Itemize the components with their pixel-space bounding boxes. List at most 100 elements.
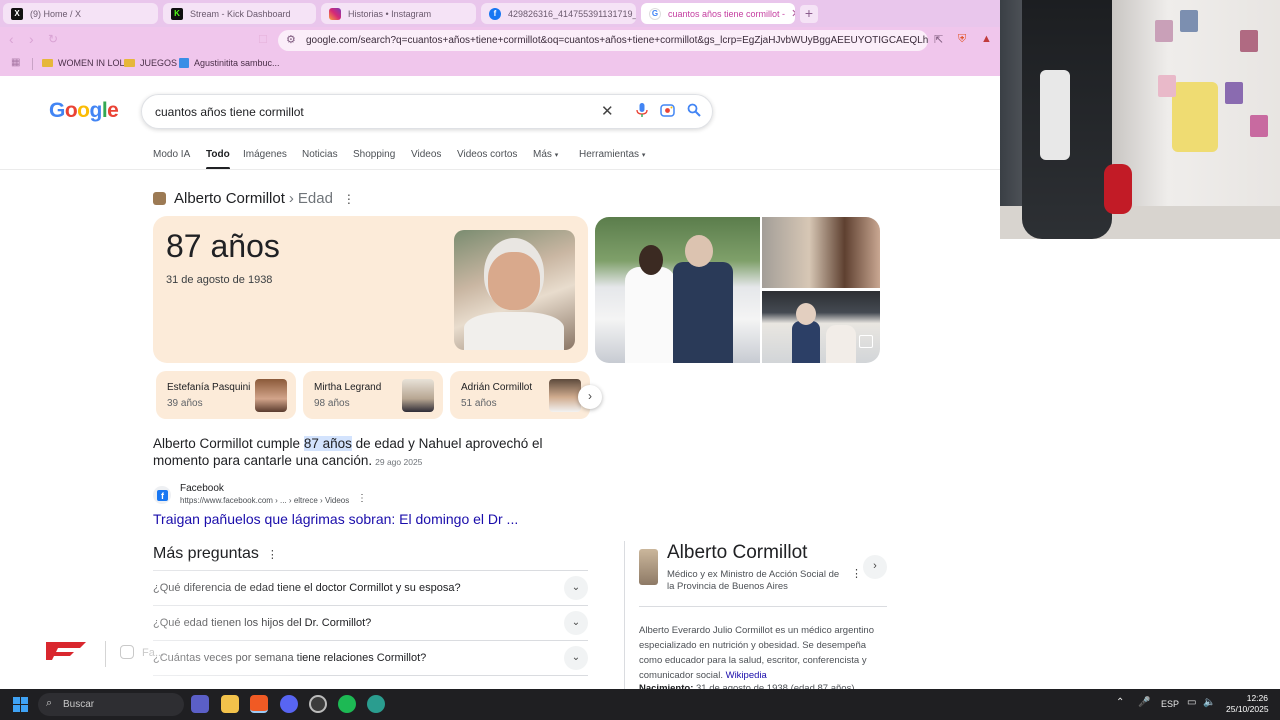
tab-shopping[interactable]: Shopping — [353, 149, 395, 160]
file-explorer-icon[interactable] — [221, 695, 239, 713]
teams-icon[interactable] — [191, 695, 209, 713]
bookmark-icon[interactable]: ☐ — [258, 33, 268, 46]
photo-figure — [826, 325, 856, 363]
related-photo — [549, 379, 581, 412]
more-images-icon[interactable] — [859, 335, 873, 348]
bookmark-juegos[interactable]: JUEGOS — [124, 58, 177, 68]
related-photo — [402, 379, 434, 412]
chevron-down-icon[interactable]: ⌄ — [564, 646, 588, 670]
wedding-photo[interactable] — [595, 217, 760, 363]
reload-icon[interactable]: ↻ — [48, 32, 58, 46]
bookmark-women-in-lol[interactable]: WOMEN IN LOL — [42, 58, 125, 68]
tab-noticias[interactable]: Noticias — [302, 149, 338, 160]
chevron-up-icon[interactable]: ⌃ — [1116, 697, 1124, 708]
chevron-down-icon[interactable]: ⌄ — [564, 576, 588, 600]
discord-icon[interactable] — [280, 695, 298, 713]
tab-mas[interactable]: Más ▾ — [533, 149, 558, 160]
search-input[interactable]: cuantos años tiene cormillot — [155, 105, 304, 119]
search-box[interactable]: cuantos años tiene cormillot ✕ — [141, 94, 713, 129]
photo-figure — [796, 303, 816, 325]
more-options-icon[interactable]: ⋮ — [851, 567, 862, 580]
more-options-icon[interactable]: ⋮ — [343, 192, 355, 206]
brave-browser-icon[interactable] — [250, 695, 268, 713]
bookmark-agustinitita[interactable]: Agustinitita sambuc... — [179, 58, 280, 68]
forward-arrow-icon[interactable]: › — [29, 31, 34, 47]
entity-thumbnail[interactable] — [153, 192, 166, 205]
tab-videos-cortos[interactable]: Videos cortos — [457, 149, 517, 160]
tab-kick-dashboard[interactable]: K Stream - Kick Dashboard — [163, 3, 316, 24]
network-icon[interactable]: ▭ — [1187, 697, 1196, 708]
wall-poster — [1240, 30, 1258, 52]
couple-selfie-photo[interactable] — [762, 217, 880, 288]
app-icon[interactable] — [367, 695, 385, 713]
related-age: 51 años — [461, 398, 497, 409]
back-arrow-icon[interactable]: ‹ — [9, 31, 14, 47]
brave-rewards-icon[interactable]: ▲ — [981, 33, 992, 45]
lens-camera-icon[interactable] — [660, 103, 675, 121]
obs-icon[interactable] — [309, 695, 327, 713]
address-bar[interactable]: ⚙ google.com/search?q=cuantos+años+tiene… — [278, 30, 928, 51]
language-indicator[interactable]: ESP — [1161, 699, 1179, 709]
featured-snippet: Alberto Cormillot cumple 87 años de edad… — [153, 436, 593, 470]
birth-date: 31 de agosto de 1938 — [166, 274, 273, 286]
tab-todo[interactable]: Todo — [206, 149, 230, 170]
share-icon[interactable]: ⇱ — [934, 33, 943, 46]
result-title-link[interactable]: Traigan pañuelos que lágrimas sobran: El… — [153, 511, 518, 527]
microphone-icon[interactable] — [636, 103, 648, 121]
url-text: google.com/search?q=cuantos+años+tiene+c… — [306, 35, 928, 46]
close-tab-icon[interactable]: ✕ — [785, 7, 795, 20]
kp-thumbnail[interactable] — [639, 549, 658, 585]
tab-videos[interactable]: Videos — [411, 149, 441, 160]
folder-icon — [42, 59, 53, 67]
tab-modo-ia[interactable]: Modo IA — [153, 149, 190, 160]
related-person-card[interactable]: Mirtha Legrand 98 años — [303, 371, 443, 419]
search-icon[interactable] — [687, 103, 701, 120]
volume-icon[interactable]: 🔈 — [1203, 697, 1215, 708]
tab-label: Stream - Kick Dashboard — [190, 8, 291, 19]
taskbar-clock[interactable]: 12:26 25/10/2025 — [1226, 693, 1269, 715]
spotify-icon[interactable] — [338, 695, 356, 713]
chair-pad — [1040, 70, 1070, 160]
bookmark-label: Agustinitita sambuc... — [194, 58, 280, 68]
chevron-right-icon[interactable]: › — [578, 385, 602, 409]
clear-icon[interactable]: ✕ — [601, 102, 614, 120]
x-logo-icon: X — [11, 7, 23, 20]
bookmarks-bar: ▦ WOMEN IN LOL JUEGOS Agustinitita sambu… — [0, 54, 1000, 76]
more-options-icon[interactable]: ⋮ — [357, 493, 367, 504]
tab-google-search[interactable]: G cuantos años tiene cormillot - ✕ — [641, 3, 795, 24]
related-person-card[interactable]: Adrián Cormillot 51 años — [450, 371, 590, 419]
entity-name[interactable]: Alberto Cormillot — [174, 190, 285, 207]
windows-start-icon[interactable] — [13, 697, 28, 712]
taskbar-search-placeholder: Buscar — [63, 699, 95, 710]
tab-facebook-image[interactable]: f 429826316_414755391131719_128 — [481, 3, 636, 24]
google-logo[interactable]: Google — [49, 99, 119, 123]
related-person-card[interactable]: Estefanía Pasquini 39 años — [156, 371, 296, 419]
facebook-icon: f — [489, 7, 501, 20]
chevron-right-icon[interactable]: › — [863, 555, 887, 579]
related-age: 39 años — [167, 398, 203, 409]
site-settings-icon[interactable]: ⚙ — [286, 30, 296, 51]
tab-label: 429826316_414755391131719_128 — [508, 8, 636, 19]
tab-imagenes[interactable]: Imágenes — [243, 149, 287, 160]
header-divider — [0, 169, 1000, 170]
webcam-overlay — [1000, 0, 1280, 239]
tab-label: cuantos años tiene cormillot - — [668, 8, 786, 19]
entity-header: Alberto Cormillot › Edad ⋮ — [153, 190, 355, 207]
microphone-icon[interactable]: 🎤 — [1138, 697, 1150, 708]
wall-poster — [1225, 82, 1243, 104]
tab-instagram[interactable]: Historias • Instagram — [321, 3, 476, 24]
breadcrumb-separator: › — [288, 190, 294, 207]
tab-herramientas[interactable]: Herramientas ▾ — [579, 149, 645, 160]
couple-baby-photo[interactable] — [762, 291, 880, 363]
taskbar-search[interactable]: ⌕ Buscar — [38, 693, 184, 716]
overlay-handle: Fa... — [142, 647, 165, 659]
tab-x-home[interactable]: X (9) Home / X — [3, 3, 158, 24]
related-name: Estefanía Pasquini — [167, 382, 251, 393]
portrait-image[interactable] — [454, 230, 575, 350]
browser-toolbar: ‹ › ↻ ☐ ⚙ google.com/search?q=cuantos+añ… — [0, 27, 1000, 54]
chevron-down-icon[interactable]: ⌄ — [564, 611, 588, 635]
new-tab-button[interactable]: + — [800, 5, 818, 23]
wikipedia-link[interactable]: Wikipedia — [726, 670, 767, 681]
apps-grid-icon[interactable]: ▦ — [11, 57, 20, 68]
brave-shield-icon[interactable]: ⛨ — [958, 33, 966, 46]
